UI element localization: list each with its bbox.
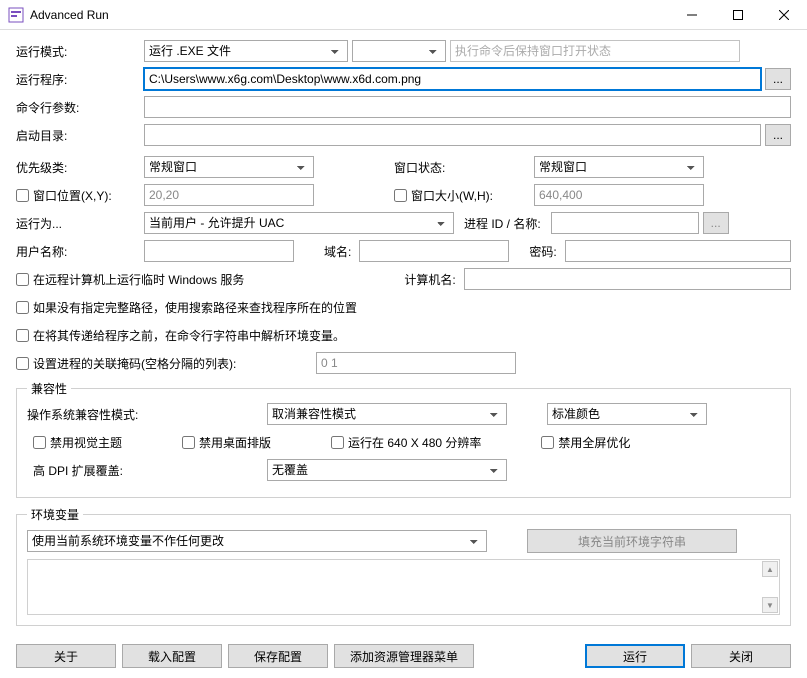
browse-dir-button[interactable]: ... bbox=[765, 124, 791, 146]
compatibility-group: 兼容性 操作系统兼容性模式: 取消兼容性模式 标准颜色 禁用视觉主题 禁用桌面排… bbox=[16, 380, 791, 498]
window-pos-checkbox[interactable]: 窗口位置(X,Y): bbox=[16, 187, 144, 204]
color-mode-select[interactable]: 标准颜色 bbox=[547, 403, 707, 425]
disable-fullscreen-checkbox[interactable]: 禁用全屏优化 bbox=[541, 434, 630, 451]
search-path-checkbox[interactable]: 如果没有指定完整路径，使用搜索路径来查找程序所在的位置 bbox=[16, 299, 357, 316]
scroll-down-icon[interactable]: ▼ bbox=[762, 597, 778, 613]
window-title: Advanced Run bbox=[30, 8, 669, 22]
compatibility-legend: 兼容性 bbox=[27, 380, 71, 397]
about-button[interactable]: 关于 bbox=[16, 644, 116, 668]
cmd-params-input[interactable] bbox=[144, 96, 791, 118]
parse-env-checkbox[interactable]: 在将其传递给程序之前，在命令行字符串中解析环境变量。 bbox=[16, 327, 345, 344]
window-state-select[interactable]: 常规窗口 bbox=[534, 156, 704, 178]
affinity-input bbox=[316, 352, 516, 374]
disable-visual-checkbox[interactable]: 禁用视觉主题 bbox=[33, 434, 122, 451]
cmd-params-label: 命令行参数: bbox=[16, 99, 144, 116]
run-as-select[interactable]: 当前用户 - 允许提升 UAC bbox=[144, 212, 454, 234]
run-program-label: 运行程序: bbox=[16, 71, 144, 88]
load-config-button[interactable]: 载入配置 bbox=[122, 644, 222, 668]
scroll-up-icon[interactable]: ▲ bbox=[762, 561, 778, 577]
close-button[interactable] bbox=[761, 0, 807, 30]
app-icon bbox=[8, 7, 24, 23]
computer-name-label: 计算机名: bbox=[404, 271, 455, 288]
run-mode-select[interactable]: 运行 .EXE 文件 bbox=[144, 40, 348, 62]
maximize-button[interactable] bbox=[715, 0, 761, 30]
process-browse-button: ... bbox=[703, 212, 729, 234]
env-vars-legend: 环境变量 bbox=[27, 506, 83, 523]
remote-service-checkbox[interactable]: 在远程计算机上运行临时 Windows 服务 bbox=[16, 271, 244, 288]
run-640x480-checkbox[interactable]: 运行在 640 X 480 分辨率 bbox=[331, 434, 481, 451]
username-input bbox=[144, 240, 294, 262]
window-pos-input bbox=[144, 184, 314, 206]
titlebar: Advanced Run bbox=[0, 0, 807, 30]
priority-select[interactable]: 常规窗口 bbox=[144, 156, 314, 178]
process-id-input bbox=[551, 212, 699, 234]
process-id-label: 进程 ID / 名称: bbox=[464, 215, 541, 232]
minimize-button[interactable] bbox=[669, 0, 715, 30]
secondary-select[interactable] bbox=[352, 40, 446, 62]
env-textarea[interactable]: ▲ ▼ bbox=[27, 559, 780, 615]
run-mode-label: 运行模式: bbox=[16, 43, 144, 60]
priority-label: 优先级类: bbox=[16, 159, 144, 176]
os-compat-label: 操作系统兼容性模式: bbox=[27, 406, 267, 423]
window-size-checkbox[interactable]: 窗口大小(W,H): bbox=[394, 187, 534, 204]
add-explorer-menu-button[interactable]: 添加资源管理器菜单 bbox=[334, 644, 474, 668]
computer-name-input bbox=[464, 268, 791, 290]
password-label: 密码: bbox=[529, 243, 556, 260]
dpi-override-select[interactable]: 无覆盖 bbox=[267, 459, 507, 481]
run-as-label: 运行为... bbox=[16, 215, 144, 232]
env-vars-group: 环境变量 使用当前系统环境变量不作任何更改 填充当前环境字符串 ▲ ▼ bbox=[16, 506, 791, 626]
affinity-checkbox[interactable]: 设置进程的关联掩码(空格分隔的列表): bbox=[16, 355, 316, 372]
browse-program-button[interactable]: ... bbox=[765, 68, 791, 90]
start-dir-label: 启动目录: bbox=[16, 127, 144, 144]
window-size-input bbox=[534, 184, 704, 206]
domain-input bbox=[359, 240, 509, 262]
run-program-input[interactable] bbox=[144, 68, 761, 90]
password-input bbox=[565, 240, 791, 262]
dpi-override-label: 高 DPI 扩展覆盖: bbox=[27, 462, 267, 479]
os-compat-select[interactable]: 取消兼容性模式 bbox=[267, 403, 507, 425]
domain-label: 域名: bbox=[324, 243, 351, 260]
start-dir-input[interactable] bbox=[144, 124, 761, 146]
close-window-button[interactable]: 关闭 bbox=[691, 644, 791, 668]
env-mode-select[interactable]: 使用当前系统环境变量不作任何更改 bbox=[27, 530, 487, 552]
username-label: 用户名称: bbox=[16, 243, 144, 260]
disable-desktop-checkbox[interactable]: 禁用桌面排版 bbox=[182, 434, 271, 451]
run-button[interactable]: 运行 bbox=[585, 644, 685, 668]
fill-env-button: 填充当前环境字符串 bbox=[527, 529, 737, 553]
save-config-button[interactable]: 保存配置 bbox=[228, 644, 328, 668]
post-exec-select: 执行命令后保持窗口打开状态 bbox=[450, 40, 740, 62]
window-state-label: 窗口状态: bbox=[394, 159, 534, 176]
